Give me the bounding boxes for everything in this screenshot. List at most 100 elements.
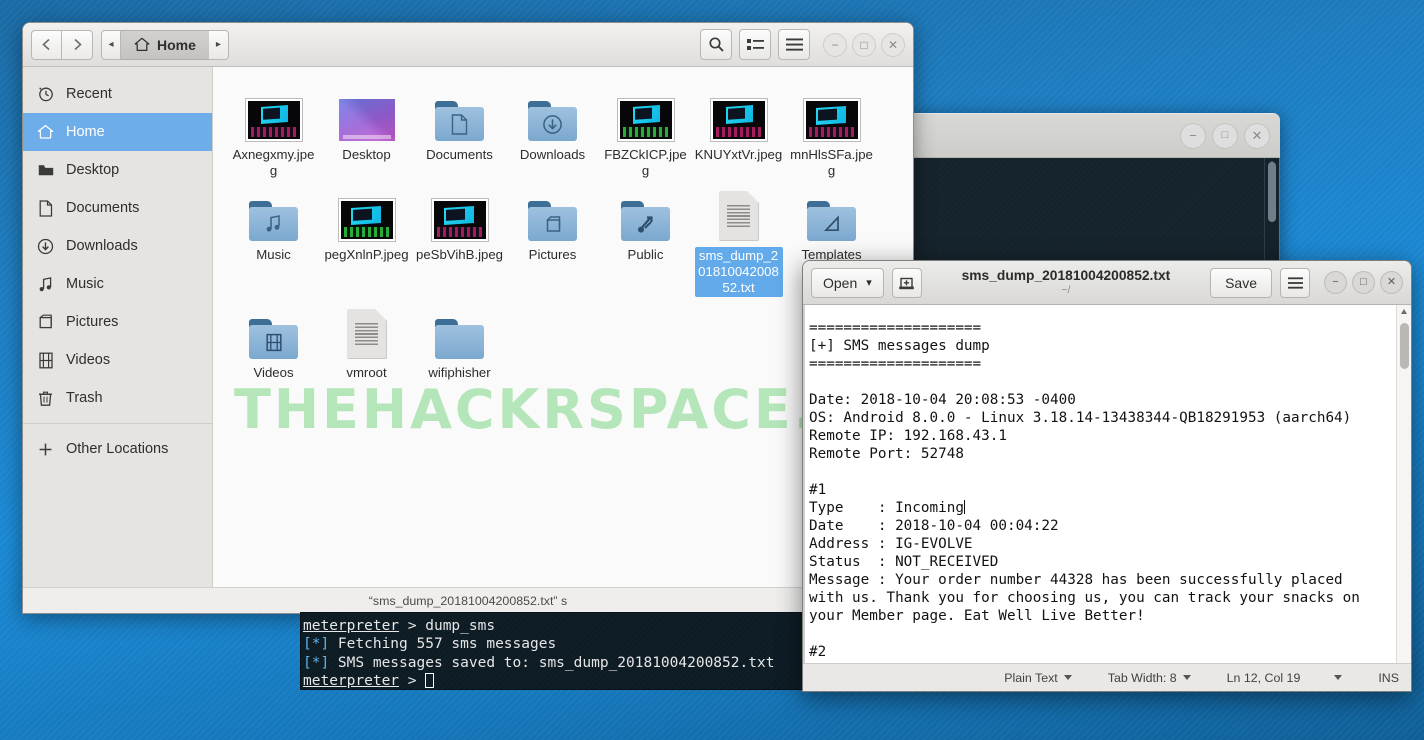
folder-icon [249, 201, 298, 241]
file-label: Videos [253, 365, 294, 380]
file-item[interactable]: Pictures [506, 179, 599, 297]
file-item-selected[interactable]: sms_dump_20181004200852.txt [692, 179, 785, 297]
save-button[interactable]: Save [1210, 267, 1272, 298]
new-document-icon[interactable] [891, 267, 922, 298]
cursor-position[interactable]: Ln 12, Col 19 [1209, 671, 1361, 685]
forward-button[interactable] [62, 29, 93, 60]
breadcrumb-current-home[interactable]: Home [121, 29, 209, 60]
sidebar-item-label: Documents [66, 200, 140, 216]
sidebar-item-downloads[interactable]: Downloads [23, 227, 212, 265]
editor-filename: sms_dump_20181004200852.txt [961, 268, 1171, 284]
hamburger-menu-icon[interactable] [1280, 267, 1310, 298]
sidebar-item-desktop[interactable]: Desktop [23, 151, 212, 189]
sidebar-item-pictures[interactable]: Pictures [23, 303, 212, 341]
thumbnail [803, 85, 860, 141]
editor-scrollbar[interactable] [1396, 305, 1411, 663]
navigation-buttons[interactable] [31, 29, 93, 60]
file-manager-window[interactable]: ◂ Home ▸ − □ ✕ Recent Home Desktop Docum… [22, 22, 914, 614]
file-label: pegXnlnP.jpeg [324, 247, 409, 262]
thumbnail [435, 85, 484, 141]
sidebar-divider [23, 423, 212, 424]
sidebar-item-music[interactable]: Music [23, 265, 212, 303]
editor-maximize-button[interactable]: □ [1352, 271, 1375, 294]
thumbnail [528, 185, 577, 241]
file-item[interactable]: Videos [227, 297, 320, 381]
editor-minimize-button[interactable]: − [1324, 271, 1347, 294]
view-list-icon[interactable] [739, 29, 771, 60]
sidebar-item-documents[interactable]: Documents [23, 189, 212, 227]
folder-icon [249, 319, 298, 359]
home-icon [37, 124, 54, 141]
terminal-maximize-button[interactable]: □ [1212, 122, 1238, 149]
breadcrumb-next-button[interactable]: ▸ [208, 29, 229, 60]
scroll-up-arrow-icon[interactable] [1401, 309, 1407, 314]
download-icon [37, 238, 54, 255]
file-item[interactable]: Axnegxmy.jpeg [227, 79, 320, 179]
breadcrumb-prev-button[interactable]: ◂ [101, 29, 121, 60]
sidebar-item-trash[interactable]: Trash [23, 379, 212, 417]
editor-title-block: sms_dump_20181004200852.txt ~/ [930, 268, 1202, 296]
file-item[interactable]: KNUYxtVr.jpeg [692, 79, 785, 179]
document-icon [37, 199, 54, 217]
chevron-down-icon [1182, 675, 1191, 680]
sidebar-item-label: Desktop [66, 162, 120, 178]
language-selector[interactable]: Plain Text [986, 671, 1090, 685]
fm-maximize-button[interactable]: □ [852, 32, 876, 57]
editor-content[interactable]: ==================== [+] SMS messages du… [803, 305, 1396, 663]
text-editor-window[interactable]: Open ▾ sms_dump_20181004200852.txt ~/ Sa… [802, 260, 1412, 692]
sidebar-item-other-locations[interactable]: Other Locations [23, 430, 212, 468]
fm-close-button[interactable]: ✕ [881, 32, 905, 57]
sidebar-item-label: Trash [66, 390, 103, 406]
editor-scroll-thumb[interactable] [1400, 323, 1409, 369]
file-item[interactable]: Music [227, 179, 320, 297]
language-label: Plain Text [1004, 670, 1058, 685]
thumbnail [435, 303, 484, 359]
thumbnail [338, 185, 395, 241]
sidebar-item-home[interactable]: Home [23, 113, 212, 151]
thumbnail [245, 85, 302, 141]
editor-close-button[interactable]: ✕ [1380, 271, 1403, 294]
hamburger-menu-icon[interactable] [778, 29, 810, 60]
tab-width-selector[interactable]: Tab Width: 8 [1090, 671, 1209, 685]
terminal-cursor [425, 673, 435, 689]
open-button[interactable]: Open ▾ [811, 267, 884, 298]
insert-mode-label: INS [1378, 670, 1399, 685]
back-button[interactable] [31, 29, 62, 60]
file-item[interactable]: FBZCkICP.jpeg [599, 79, 692, 179]
file-label: peSbVihB.jpeg [415, 247, 503, 262]
terminal-command: dump_sms [425, 618, 496, 634]
file-item[interactable]: Downloads [506, 79, 599, 179]
folder-icon [435, 319, 484, 359]
thumbnail [621, 185, 670, 241]
sidebar-item-recent[interactable]: Recent [23, 75, 212, 113]
breadcrumb[interactable]: ◂ Home ▸ [101, 29, 229, 60]
file-label: Axnegxmy.jpeg [232, 147, 315, 178]
editor-content-after-caret: Date : 2018-10-04 00:04:22 Address : IG-… [809, 518, 1360, 660]
file-label: Pictures [528, 247, 577, 262]
editor-text-area[interactable]: ==================== [+] SMS messages du… [803, 305, 1411, 663]
terminal-close-button[interactable]: ✕ [1244, 122, 1270, 149]
file-item[interactable]: Desktop [320, 79, 413, 179]
file-item[interactable]: peSbVihB.jpeg [413, 179, 506, 297]
sidebar-item-videos[interactable]: Videos [23, 341, 212, 379]
file-item[interactable]: Public [599, 179, 692, 297]
text-file-icon [346, 309, 387, 359]
file-item[interactable]: Documents [413, 79, 506, 179]
image-thumbnail-icon [710, 99, 767, 141]
fm-minimize-button[interactable]: − [823, 32, 847, 57]
thumbnail [528, 85, 577, 141]
file-item[interactable]: wifiphisher [413, 297, 506, 381]
terminal-prompt: meterpreter [303, 618, 400, 634]
file-label: Desktop [342, 147, 391, 162]
terminal-scroll-thumb[interactable] [1268, 162, 1276, 222]
terminal-minimize-button[interactable]: − [1180, 122, 1206, 149]
file-item[interactable]: mnHlsSFa.jpeg [785, 79, 878, 179]
pictures-icon [37, 314, 54, 331]
search-icon[interactable] [700, 29, 732, 60]
file-item[interactable]: vmroot [320, 297, 413, 381]
editor-filepath: ~/ [1061, 283, 1071, 296]
music-note-icon [37, 276, 54, 293]
chevron-down-icon: ▾ [866, 277, 872, 289]
file-item[interactable]: pegXnlnP.jpeg [320, 179, 413, 297]
file-label: Music [256, 247, 291, 262]
